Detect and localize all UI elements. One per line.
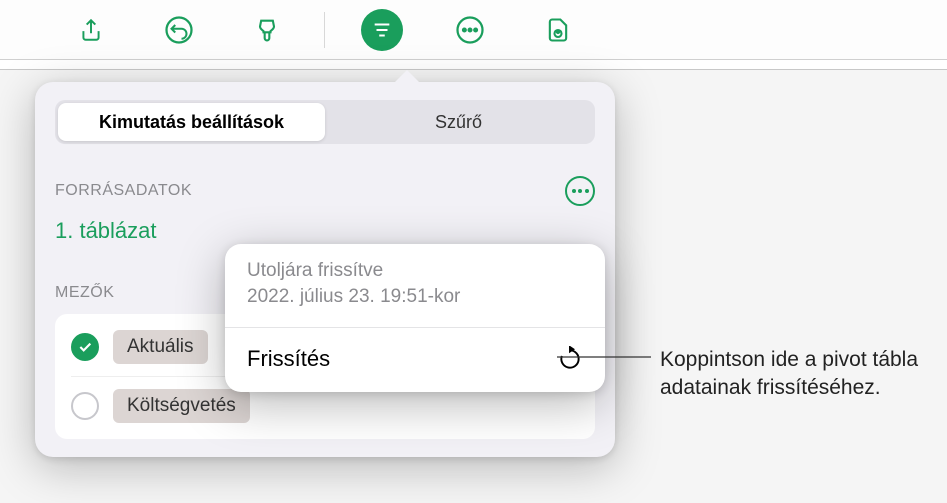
sheet-border <box>0 60 947 70</box>
field-tag: Aktuális <box>113 330 208 364</box>
refresh-button[interactable]: Frissítés <box>225 328 605 392</box>
source-table-link[interactable]: 1. táblázat <box>55 218 595 244</box>
collaborate-icon[interactable] <box>537 9 579 51</box>
last-updated-block: Utoljára frissítve 2022. július 23. 19:5… <box>225 244 605 328</box>
share-icon[interactable] <box>70 9 112 51</box>
checkbox-unchecked-icon[interactable] <box>71 392 99 420</box>
more-icon[interactable] <box>449 9 491 51</box>
tab-filter[interactable]: Szűrő <box>325 103 592 141</box>
source-more-button[interactable] <box>565 176 595 206</box>
source-data-header: FORRÁSADATOK <box>55 176 595 206</box>
refresh-label: Frissítés <box>247 346 330 372</box>
last-updated-value: 2022. július 23. 19:51-kor <box>247 284 583 310</box>
callout-text: Koppintson ide a pivot tábla adatainak f… <box>660 346 930 403</box>
undo-icon[interactable] <box>158 9 200 51</box>
refresh-icon <box>557 346 583 372</box>
tab-pivot-options[interactable]: Kimutatás beállítások <box>58 103 325 141</box>
toolbar <box>0 0 947 60</box>
checkbox-checked-icon[interactable] <box>71 333 99 361</box>
refresh-popover: Utoljára frissítve 2022. július 23. 19:5… <box>225 244 605 392</box>
organize-icon[interactable] <box>361 9 403 51</box>
last-updated-label: Utoljára frissítve <box>247 258 583 284</box>
ellipsis-icon <box>572 189 589 193</box>
callout: Koppintson ide a pivot tábla adatainak f… <box>660 346 930 403</box>
tab-segmented-control: Kimutatás beállítások Szűrő <box>55 100 595 144</box>
field-tag: Költségvetés <box>113 389 250 423</box>
divider <box>324 12 325 48</box>
pivot-options-popover: Kimutatás beállítások Szűrő FORRÁSADATOK… <box>35 82 615 457</box>
source-data-label: FORRÁSADATOK <box>55 182 192 200</box>
format-brush-icon[interactable] <box>246 9 288 51</box>
fields-label: MEZŐK <box>55 284 114 302</box>
